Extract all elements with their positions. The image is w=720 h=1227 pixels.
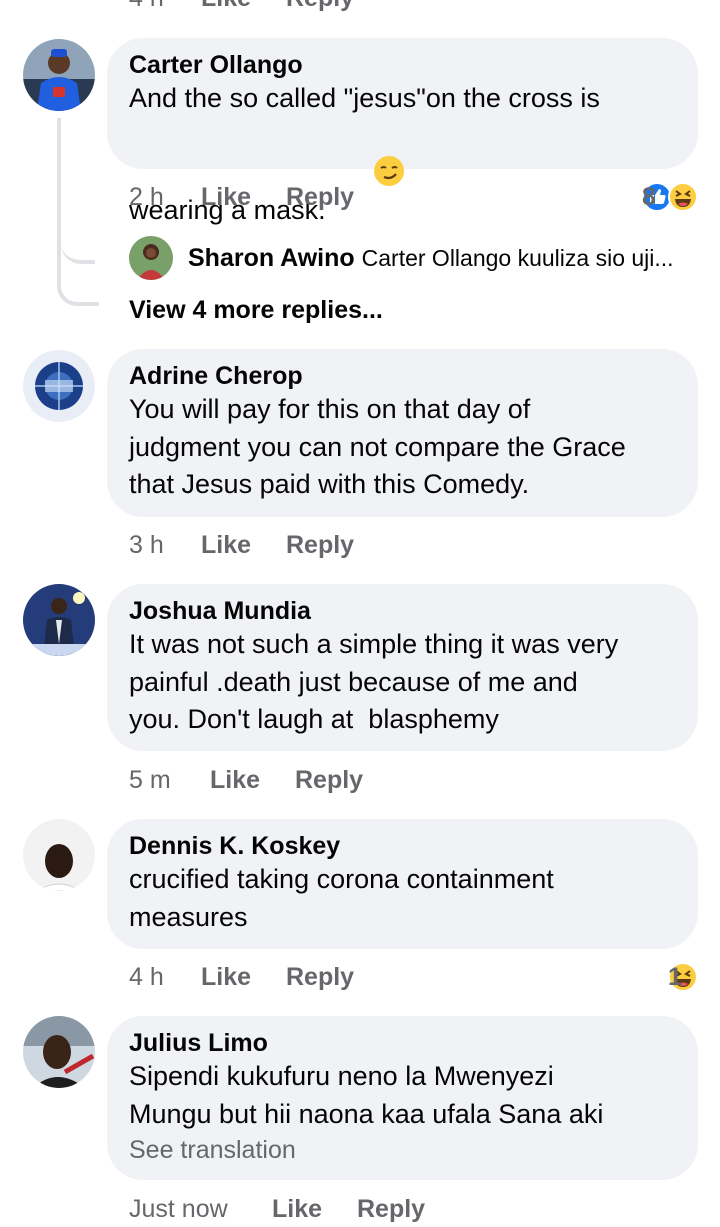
like-button[interactable]: Like: [201, 0, 251, 14]
reply-avatar[interactable]: [129, 236, 173, 280]
avatar[interactable]: [23, 350, 95, 422]
like-button[interactable]: Like: [201, 529, 251, 561]
reply-button[interactable]: Reply: [295, 764, 363, 796]
comment-author[interactable]: Joshua Mundia: [129, 596, 676, 626]
comment-text: Sipendi kukufuru neno la Mwenyezi Mungu …: [129, 1061, 604, 1129]
reaction-summary[interactable]: 8: [642, 181, 698, 213]
like-button[interactable]: Like: [272, 1193, 322, 1225]
comment-bubble: Dennis K. Koskey crucified taking corona…: [107, 819, 698, 949]
timestamp: 2 h: [129, 183, 164, 211]
reply-preview[interactable]: Sharon Awino Carter Ollango kuuliza sio …: [188, 242, 674, 274]
comment-actions: 4 h Like Reply 1: [129, 961, 698, 993]
reaction-count: 1: [668, 963, 682, 991]
reply-button[interactable]: Reply: [286, 0, 354, 14]
avatar[interactable]: [23, 584, 95, 656]
reply-author[interactable]: Sharon Awino: [188, 244, 355, 272]
reply-button[interactable]: Reply: [357, 1193, 425, 1225]
view-more-replies[interactable]: View 4 more replies...: [129, 294, 383, 326]
smirk-emoji-icon: [328, 118, 405, 236]
comment-author[interactable]: Julius Limo: [129, 1028, 676, 1058]
comment-bubble: Joshua Mundia It was not such a simple t…: [107, 584, 698, 751]
comment-author[interactable]: Dennis K. Koskey: [129, 831, 676, 861]
like-button[interactable]: Like: [201, 181, 251, 213]
timestamp: 4 h: [129, 963, 164, 991]
haha-icon: [668, 182, 698, 212]
comment-text: crucified taking corona containment meas…: [129, 864, 554, 932]
see-translation-link[interactable]: See translation: [129, 1133, 676, 1167]
reply-button[interactable]: Reply: [286, 961, 354, 993]
comment-bubble: Adrine Cherop You will pay for this on t…: [107, 349, 698, 517]
timestamp: 4 h: [129, 0, 164, 14]
timestamp: 5 m: [129, 766, 171, 794]
reaction-summary[interactable]: 1: [668, 961, 698, 993]
thread-line: [57, 118, 99, 306]
like-button[interactable]: Like: [201, 961, 251, 993]
avatar[interactable]: [23, 39, 95, 111]
reply-button[interactable]: Reply: [286, 181, 354, 213]
reply-text: Carter Ollango kuuliza sio uji...: [361, 245, 674, 271]
comment-bubble: Julius Limo Sipendi kukufuru neno la Mwe…: [107, 1016, 698, 1180]
avatar[interactable]: [23, 1016, 95, 1088]
comment-actions: 2 h Like Reply 8: [129, 181, 698, 213]
timestamp: 3 h: [129, 531, 164, 559]
reply-button[interactable]: Reply: [286, 529, 354, 561]
timestamp: Just now: [129, 1195, 228, 1223]
comment-bubble: Carter Ollango And the so called "jesus"…: [107, 38, 698, 225]
comment-text: You will pay for this on that day of jud…: [129, 394, 626, 499]
comment-author[interactable]: Adrine Cherop: [129, 361, 676, 391]
reaction-count: 8: [642, 183, 656, 211]
comment-text: It was not such a simple thing it was ve…: [129, 629, 619, 734]
comment-author[interactable]: Carter Ollango: [129, 50, 676, 80]
like-button[interactable]: Like: [210, 764, 260, 796]
avatar[interactable]: [23, 819, 95, 891]
